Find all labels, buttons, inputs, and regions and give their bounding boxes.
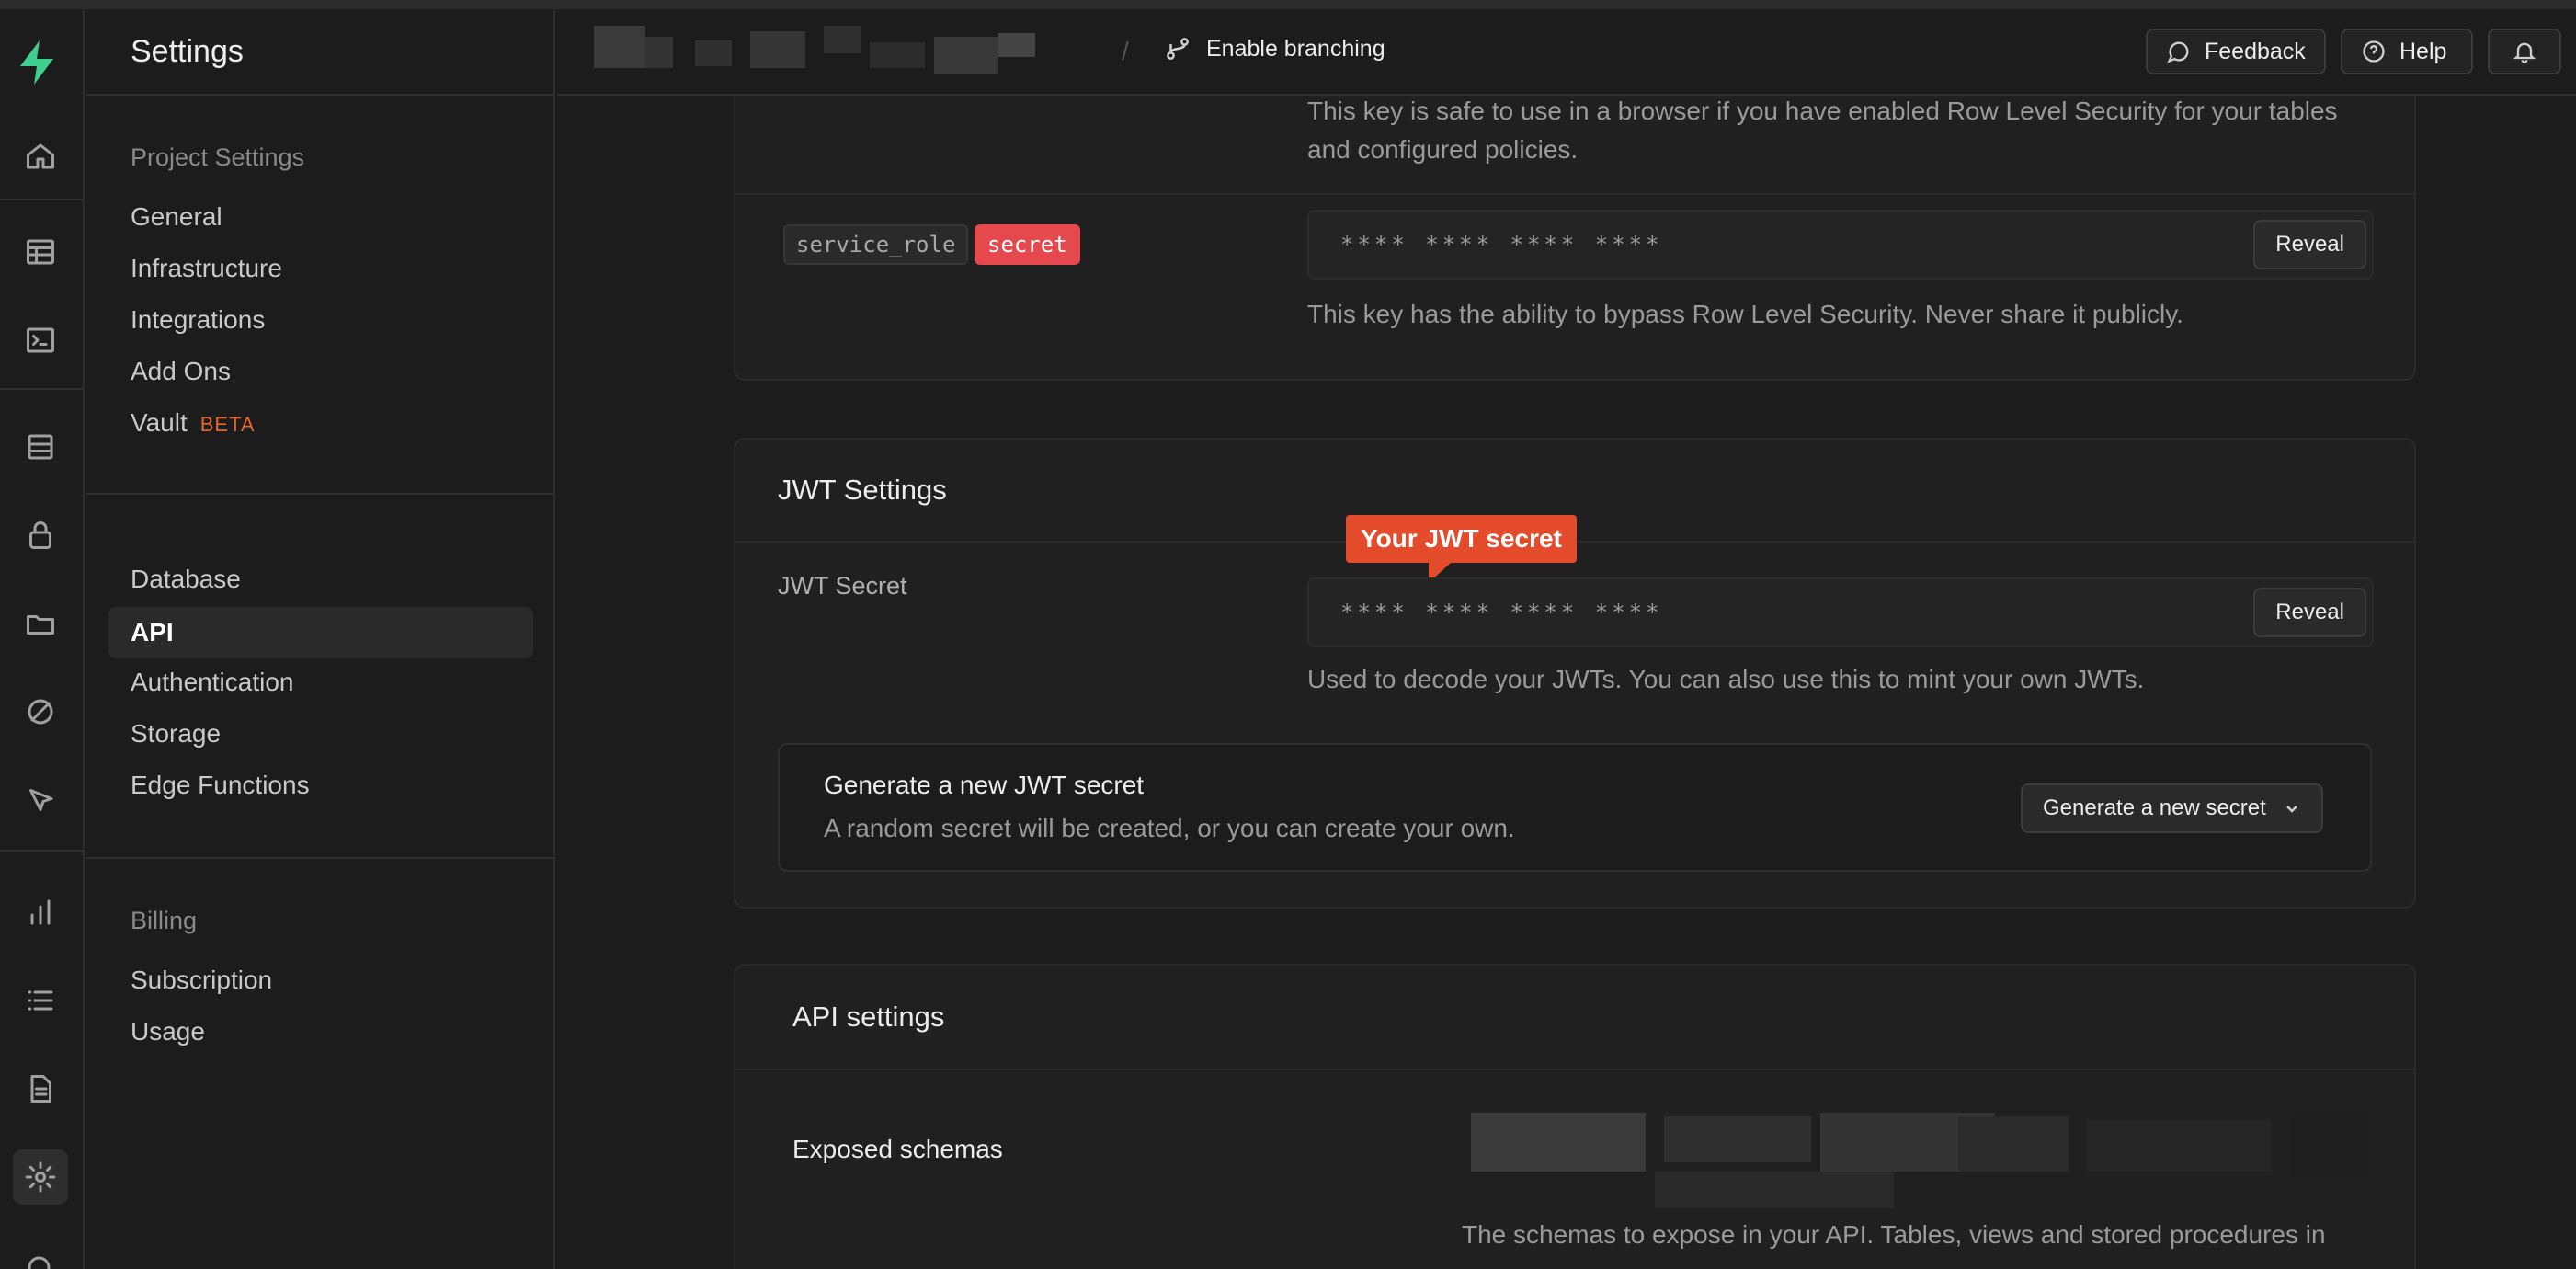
sidebar-item-vault[interactable]: Vault BETA <box>131 408 256 438</box>
sidebar-header: Settings <box>86 9 553 96</box>
sidebar-item-api[interactable]: API <box>108 607 533 658</box>
jwt-secret-masked: **** **** **** **** <box>1340 600 1663 625</box>
settings-gear-icon[interactable] <box>13 1149 68 1205</box>
api-settings-panel: API settings Exposed schemas The schemas… <box>734 964 2416 1269</box>
service-role-note: This key has the ability to bypass Row L… <box>1307 300 2183 328</box>
service-role-tag: service_role <box>783 224 969 265</box>
jwt-settings-panel: JWT Settings JWT Secret Your JWT secret … <box>734 438 2416 909</box>
help-label: Help <box>2399 38 2447 64</box>
supabase-logo-icon[interactable] <box>9 35 64 90</box>
icon-rail <box>0 9 85 1269</box>
service-role-key-field[interactable]: **** **** **** **** Reveal <box>1307 210 2374 280</box>
logs-list-icon[interactable] <box>13 973 68 1028</box>
beta-badge: BETA <box>199 413 256 436</box>
sql-editor-icon[interactable] <box>13 313 68 368</box>
sidebar-item-database[interactable]: Database <box>131 565 241 594</box>
sidebar-item-storage[interactable]: Storage <box>131 719 221 749</box>
realtime-icon[interactable] <box>13 684 68 739</box>
sidebar-item-add-ons[interactable]: Add Ons <box>131 357 231 386</box>
api-keys-panel: This key is safe to use in a browser if … <box>734 96 2416 381</box>
settings-sidebar: Settings Project Settings General Infras… <box>86 9 555 1269</box>
notifications-button[interactable] <box>2488 29 2561 74</box>
feedback-button[interactable]: Feedback <box>2146 29 2326 74</box>
enable-branching-button[interactable]: Enable branching <box>1164 35 1385 63</box>
sidebar-item-usage[interactable]: Usage <box>131 1017 205 1046</box>
help-circle-icon <box>2363 40 2385 63</box>
sidebar-item-label: Vault <box>131 408 188 437</box>
bell-icon <box>2513 42 2536 63</box>
feedback-label: Feedback <box>2205 38 2306 64</box>
exposed-schemas-description: The schemas to expose in your API. Table… <box>1462 1220 2326 1249</box>
enable-branching-label: Enable branching <box>1206 35 1385 62</box>
top-edge <box>0 0 2576 9</box>
jwt-secret-callout: Your JWT secret <box>1346 515 1577 583</box>
search-icon[interactable] <box>13 1241 68 1269</box>
breadcrumb-separator: / <box>1122 37 1129 65</box>
generate-jwt-description: A random secret will be created, or you … <box>824 814 1515 842</box>
table-editor-icon[interactable] <box>13 224 68 280</box>
generate-jwt-title: Generate a new JWT secret <box>824 771 1145 799</box>
reveal-service-role-button[interactable]: Reveal <box>2253 220 2366 269</box>
chat-bubble-icon <box>2167 41 2189 63</box>
sidebar-item-edge-functions[interactable]: Edge Functions <box>131 771 310 800</box>
home-icon[interactable] <box>13 129 68 184</box>
exposed-schemas-label: Exposed schemas <box>792 1135 1003 1163</box>
sidebar-item-subscription[interactable]: Subscription <box>131 966 272 995</box>
jwt-secret-note: Used to decode your JWTs. You can also u… <box>1307 665 2145 693</box>
generate-new-secret-dropdown[interactable]: Generate a new secret <box>2021 783 2323 833</box>
storage-folder-icon[interactable] <box>13 596 68 651</box>
group-title-billing: Billing <box>131 907 198 934</box>
generate-jwt-card: Generate a new JWT secret A random secre… <box>778 743 2372 872</box>
reports-chart-icon[interactable] <box>13 885 68 940</box>
generate-new-secret-label: Generate a new secret <box>2043 795 2266 820</box>
api-settings-title: API settings <box>735 966 2414 1070</box>
secret-tag: secret <box>975 224 1080 265</box>
jwt-secret-field[interactable]: **** **** **** **** Reveal <box>1307 577 2374 647</box>
sidebar-item-integrations[interactable]: Integrations <box>131 305 265 335</box>
top-bar: / Enable branching Feedback Help <box>557 9 2576 96</box>
anon-key-note: This key is safe to use in a browser if … <box>1307 97 2338 164</box>
git-branch-icon <box>1167 38 1189 60</box>
service-role-key-masked: **** **** **** **** <box>1340 232 1663 257</box>
auth-lock-icon[interactable] <box>13 508 68 563</box>
database-icon[interactable] <box>13 419 68 474</box>
chevron-down-icon <box>2285 806 2297 813</box>
sidebar-item-infrastructure[interactable]: Infrastructure <box>131 254 282 283</box>
reveal-jwt-secret-button[interactable]: Reveal <box>2253 588 2366 637</box>
sidebar-title: Settings <box>131 33 244 69</box>
docs-file-icon[interactable] <box>13 1061 68 1116</box>
group-title-project-settings: Project Settings <box>131 143 305 171</box>
sidebar-item-general[interactable]: General <box>131 202 222 232</box>
edge-functions-icon[interactable] <box>13 772 68 828</box>
jwt-secret-label: JWT Secret <box>778 572 907 600</box>
sidebar-item-authentication[interactable]: Authentication <box>131 668 293 697</box>
main-content: This key is safe to use in a browser if … <box>557 96 2576 1269</box>
help-button[interactable]: Help <box>2341 29 2473 74</box>
